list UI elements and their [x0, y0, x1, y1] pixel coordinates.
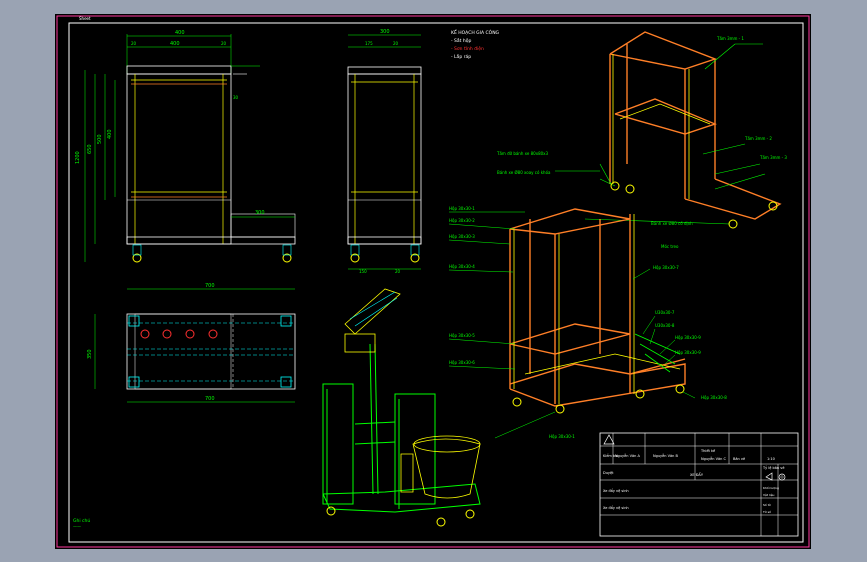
title-block: Kiểm tra Nguyễn Văn A Nguyễn Văn B Thiết… [599, 432, 799, 537]
notes-block: KẾ HOẠCH GIA CÔNG - Sắt hộp - Sơn tĩnh đ… [451, 28, 500, 60]
tb-r3c1: Xe đẩy vệ sinh [603, 488, 629, 493]
callout-banh-xe-xoay: Bánh xe Ø80 xoay có khóa [497, 170, 551, 175]
callout-hop-r5: Hộp 30x30-9 [675, 350, 701, 355]
tb-r1c2: Nguyễn Văn A [615, 453, 640, 458]
tb-r2c2: XE ĐẨY [690, 472, 704, 477]
tb-r4c1: Xe đẩy vệ sinh [603, 505, 629, 510]
callout-hop-2: Hộp 30x30-2 [449, 218, 475, 223]
tb-m3: Số tờ [763, 503, 771, 507]
callout-hop-3: Hộp 30x30-3 [449, 234, 475, 239]
callout-u-r3: U30x30-8 [655, 323, 675, 328]
iso-view-top: Tấm 3mm - 1 Tấm 3mm - 2 Tấm 3mm - 3 Tấm … [496, 31, 787, 249]
dim-plan-bottom: 700 [205, 396, 215, 402]
callout-hop-r6: Hộp 30x30-8 [701, 395, 727, 400]
iso-view-cart [322, 288, 481, 527]
callout-hop-1: Hộp 30x30-1 [449, 206, 475, 211]
callout-moc-treo: Móc treo [661, 244, 679, 249]
drawing-sheet: Sheet 400 400 20 20 30 1200 650 500 400 … [55, 14, 811, 549]
iso-view-frame: Hộp 30x30-1 Hộp 30x30-2 Hộp 30x30-3 Hộp … [448, 206, 727, 439]
callout-tam-do: Tấm đỡ bánh xe 80x80x3 [496, 151, 549, 156]
callout-banh-xe-cd: Bánh xe Ø80 cố định [651, 221, 693, 226]
tb-r1c5: Nguyễn Văn C [701, 456, 726, 461]
dim-front-side2: 1200 [75, 151, 81, 164]
front-view: 400 400 20 20 30 1200 650 500 400 300 70… [75, 30, 296, 290]
outer-border [56, 15, 810, 548]
callout-hop-6: Hộp 30x30-6 [449, 360, 475, 365]
tb-r1c3: Nguyễn Văn B [653, 453, 678, 458]
tb-r1c4: Thiết kế [700, 449, 716, 453]
callout-hop-4: Hộp 30x30-4 [449, 264, 475, 269]
sheet-tag: Sheet [79, 16, 91, 21]
tb-m1: Khối lượng [763, 486, 779, 490]
dim-front-side1: 400 [107, 129, 113, 139]
callout-hop-b1: Hộp 30x30-1 [549, 434, 575, 439]
projection-cone-icon [765, 472, 773, 481]
callout-u-r2: U30x30-7 [655, 310, 675, 315]
tb-r1c6: Bản vẽ [733, 457, 745, 461]
callout-hop-r1: Hộp 30x30-7 [653, 265, 679, 270]
dim-side-bottom-a: 150 [359, 269, 367, 274]
dim-front-side3: 650 [87, 144, 93, 154]
tb-m2: Vật liệu [763, 493, 775, 497]
notes-title: KẾ HOẠCH GIA CÔNG [451, 28, 500, 36]
tb-r2c1: Duyệt [603, 471, 614, 475]
dim-plan-left: 350 [87, 349, 93, 359]
projection-circle-icon [778, 473, 786, 481]
tb-scale-label: Tỷ lệ bản vẽ [762, 466, 784, 470]
warning-icon [603, 434, 615, 445]
tb-m4: Tờ số [762, 510, 771, 514]
plan-view: 350 700 [87, 313, 296, 403]
notes-line2: - Sơn tĩnh điện [451, 45, 484, 52]
dim-front-small2: 20 [221, 41, 227, 46]
dim-front-top: 400 [175, 30, 185, 36]
callout-tam-3: Tấm 3mm - 3 [759, 155, 787, 160]
dim-front-small: 20 [131, 41, 137, 46]
dim-front-right: 30 [233, 95, 239, 100]
callout-hop-r4: Hộp 30x30-9 [675, 335, 701, 340]
dim-front-bottom: 700 [205, 283, 215, 289]
dim-front-ext: 300 [255, 210, 265, 216]
tb-r1c7: 1:10 [767, 457, 775, 461]
side-view: 300 175 20 150 20 [347, 29, 422, 274]
callout-tam-1: Tấm 3mm - 1 [716, 36, 744, 41]
dim-side-top-b: 20 [393, 41, 399, 46]
cad-drawing: Sheet 400 400 20 20 30 1200 650 500 400 … [56, 15, 810, 548]
notes-line1: - Sắt hộp [451, 37, 471, 44]
bottom-left-note2: —— [73, 524, 81, 529]
callout-hop-5: Hộp 30x30-5 [449, 333, 475, 338]
dim-side-bottom-b: 20 [395, 269, 401, 274]
dim-side-top-a: 175 [365, 41, 373, 46]
callout-tam-2: Tấm 3mm - 2 [744, 136, 772, 141]
bottom-left-note: Ghi chú [73, 517, 90, 524]
notes-line3: - Lắp ráp [451, 53, 471, 60]
dim-side-top: 300 [380, 29, 390, 35]
dim-front-top2: 400 [170, 41, 180, 47]
dim-front-side4: 500 [97, 134, 103, 144]
